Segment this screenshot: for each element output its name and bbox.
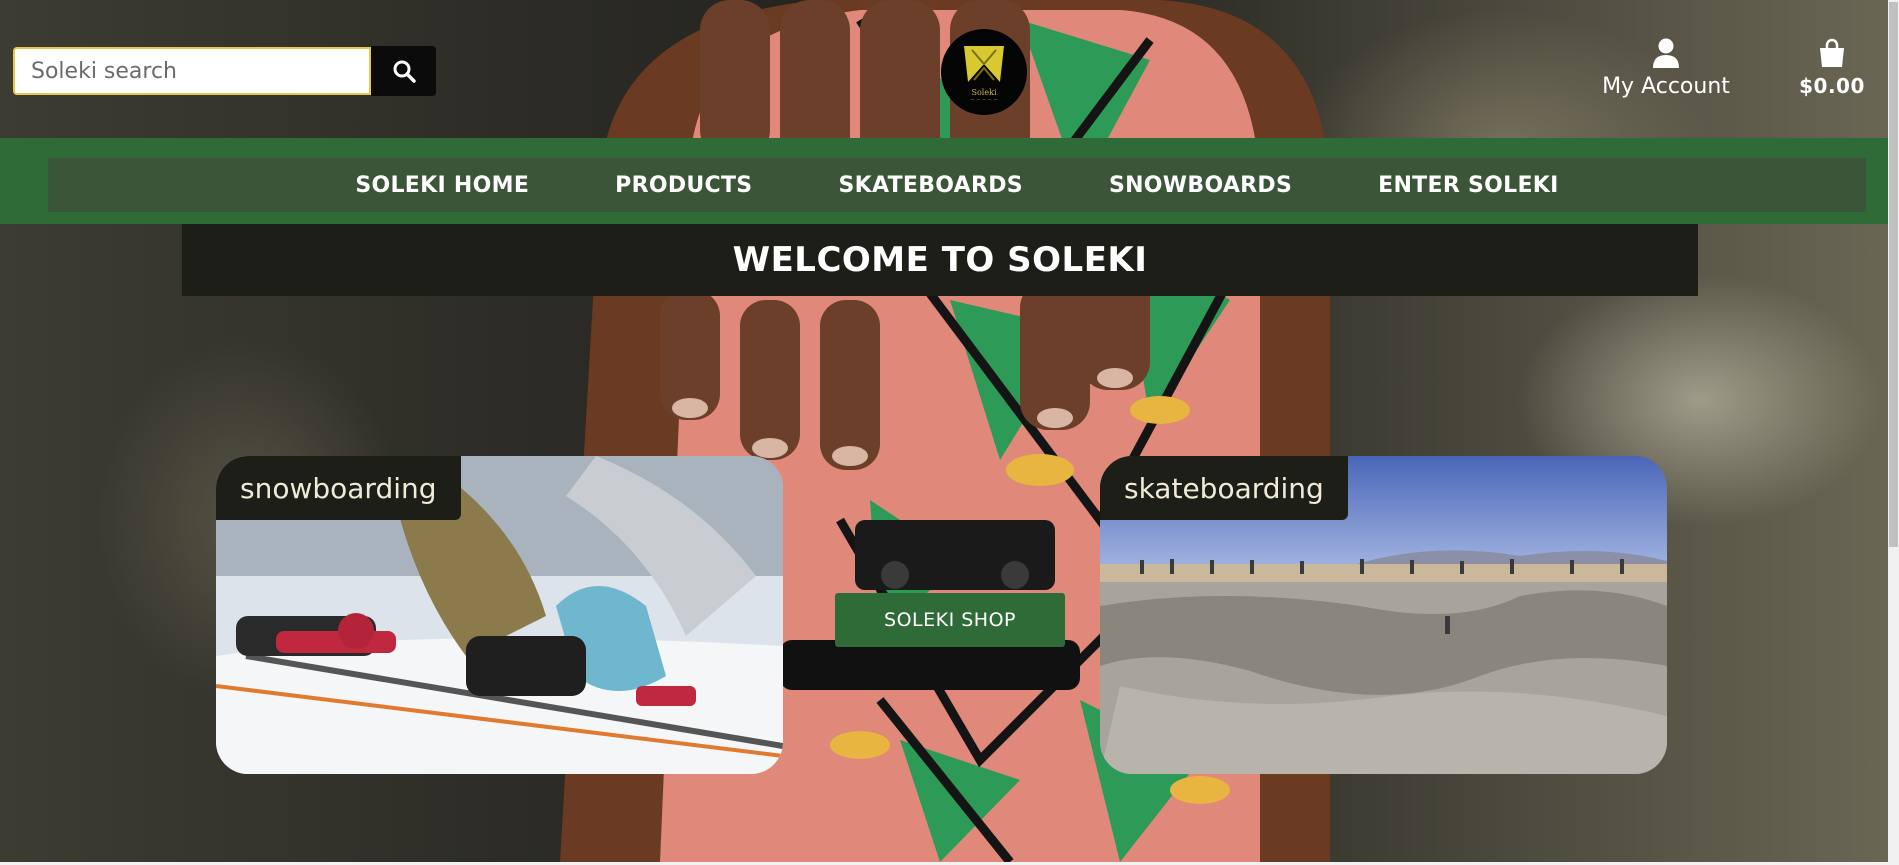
welcome-title: WELCOME TO SOLEKI (732, 240, 1148, 280)
skateboarding-card-label: skateboarding (1100, 456, 1348, 520)
search-input[interactable] (13, 47, 371, 95)
search-button[interactable] (371, 46, 436, 96)
logo-text: Soleki (971, 87, 997, 97)
vertical-scrollbar[interactable] (1888, 0, 1899, 865)
soleki-shop-button[interactable]: SOLEKI SHOP (835, 593, 1065, 647)
logo-tagline-mark: ~ ~ ~ ~ ~ (970, 96, 998, 103)
nav-link-skateboards[interactable]: SKATEBOARDS (838, 173, 1023, 198)
user-icon (1653, 38, 1679, 68)
scrollbar-thumb[interactable] (1889, 2, 1898, 547)
welcome-banner: WELCOME TO SOLEKI (182, 224, 1698, 296)
logo-emblem-icon (964, 45, 1004, 82)
cart-total: $0.00 (1799, 74, 1865, 98)
shopping-cart-link[interactable]: $0.00 (1782, 38, 1882, 98)
main-navigation: SOLEKI HOME PRODUCTS SKATEBOARDS SNOWBOA… (48, 158, 1866, 212)
nav-link-products[interactable]: PRODUCTS (615, 173, 752, 198)
search-form (13, 46, 436, 96)
my-account-label: My Account (1602, 74, 1730, 99)
nav-link-snowboards[interactable]: SNOWBOARDS (1109, 173, 1292, 198)
nav-link-soleki-home[interactable]: SOLEKI HOME (355, 173, 529, 198)
search-icon (393, 60, 416, 83)
nav-link-enter-soleki[interactable]: ENTER SOLEKI (1378, 173, 1559, 198)
snowboarding-card-label: snowboarding (216, 456, 461, 520)
snowboarding-card[interactable]: snowboarding (216, 456, 783, 774)
skateboarding-card[interactable]: skateboarding (1100, 456, 1667, 774)
site-logo[interactable]: Soleki ~ ~ ~ ~ ~ (941, 29, 1027, 115)
my-account-link[interactable]: My Account (1596, 38, 1736, 99)
shopping-bag-icon (1820, 38, 1844, 67)
